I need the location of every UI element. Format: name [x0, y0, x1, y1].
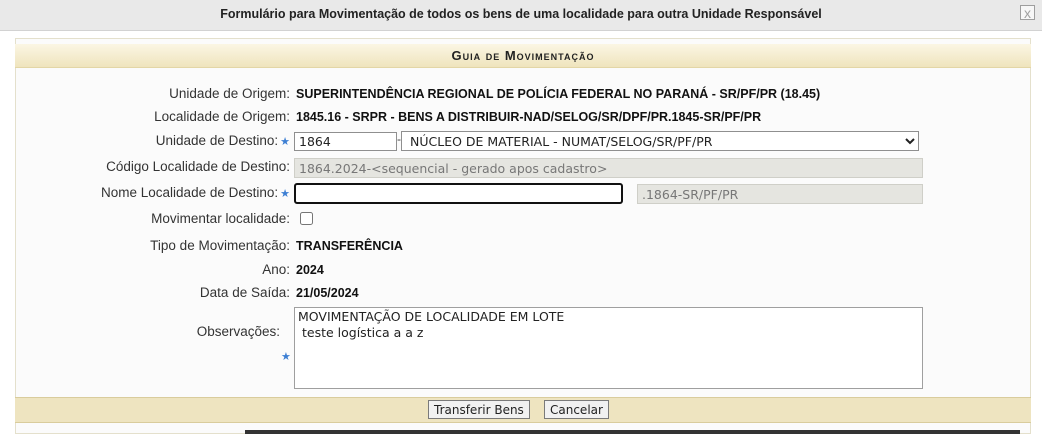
- observacoes-label: Observações:: [196, 324, 280, 339]
- data-saida-label: Data de Saída:: [199, 285, 290, 300]
- nome-localidade-input[interactable]: [294, 183, 623, 204]
- unidade-destino-select[interactable]: NÚCLEO DE MATERIAL - NUMAT/SELOG/SR/PF/P…: [401, 131, 919, 151]
- nome-localidade-label-text: Nome Localidade de Destino:: [101, 185, 279, 200]
- ano-label: Ano:: [262, 262, 290, 277]
- required-star-icon: ★: [280, 188, 290, 200]
- localidade-origem-value: 1845.16 - SRPR - BENS A DISTRIBUIR-NAD/S…: [296, 110, 762, 124]
- close-icon[interactable]: x: [1020, 5, 1035, 20]
- nome-localidade-suffix: [637, 184, 923, 204]
- dialog-titlebar: Formulário para Movimentação de todos os…: [0, 0, 1042, 31]
- cancelar-button[interactable]: Cancelar: [544, 400, 609, 419]
- panel-title: Guia de Movimentação: [15, 44, 1031, 68]
- tipo-label: Tipo de Movimentação:: [150, 238, 290, 253]
- bottom-border: [245, 430, 1020, 434]
- observacoes-textarea[interactable]: MOVIMENTAÇÃO DE LOCALIDADE EM LOTE teste…: [294, 307, 923, 389]
- unidade-destino-code-input[interactable]: [294, 132, 397, 151]
- codigo-localidade-label: Código Localidade de Destino:: [106, 159, 290, 174]
- required-star-icon: ★: [280, 136, 290, 148]
- transferir-bens-button[interactable]: Transferir Bens: [428, 400, 530, 419]
- nome-localidade-label: Nome Localidade de Destino: ★: [40, 185, 290, 200]
- movimentar-checkbox[interactable]: [300, 212, 313, 225]
- required-star-icon: ★: [281, 351, 291, 363]
- unidade-destino-label: Unidade de Destino: ★: [40, 133, 290, 148]
- unidade-destino-label-text: Unidade de Destino:: [155, 133, 279, 148]
- ano-value: 2024: [296, 263, 324, 277]
- unidade-origem-label: Unidade de Origem:: [169, 86, 290, 101]
- localidade-origem-label: Localidade de Origem:: [154, 109, 290, 124]
- dialog-title: Formulário para Movimentação de todos os…: [220, 7, 822, 21]
- unidade-origem-value: SUPERINTENDÊNCIA REGIONAL DE POLÍCIA FED…: [296, 87, 821, 101]
- tipo-value: TRANSFERÊNCIA: [296, 239, 403, 253]
- movimentar-label: Movimentar localidade:: [151, 211, 290, 226]
- data-saida-value: 21/05/2024: [296, 286, 359, 300]
- codigo-localidade-field: [294, 158, 923, 178]
